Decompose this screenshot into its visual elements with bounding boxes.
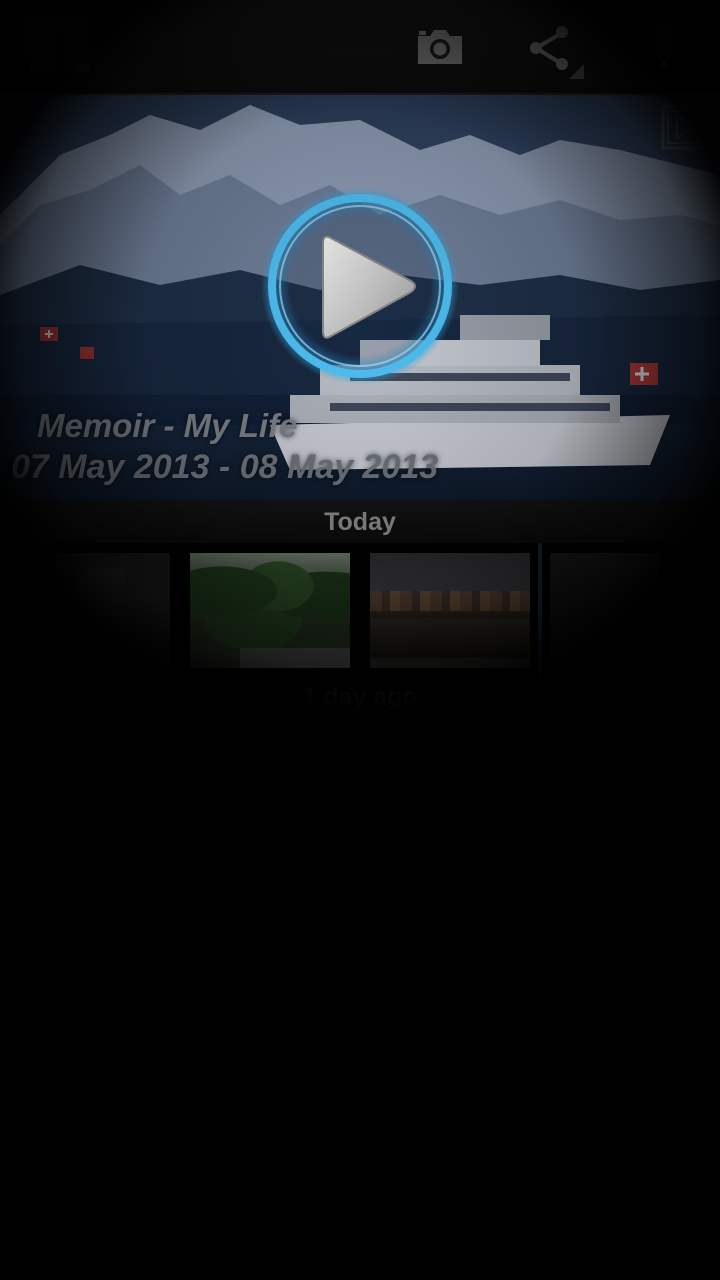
section-header-today: Today <box>0 500 720 543</box>
memoir-banner[interactable]: Memoir - My Life 07 May 2013 - 08 May 20… <box>0 95 720 500</box>
photo-thumbnail[interactable] <box>55 553 170 668</box>
action-bar <box>0 0 720 95</box>
flag-icon <box>40 327 94 359</box>
play-button[interactable] <box>259 185 461 387</box>
memoir-dates: 07 May 2013 - 08 May 2013 <box>11 448 439 486</box>
app-thumbnail-icon[interactable] <box>28 20 90 72</box>
slideshow-button[interactable] <box>661 104 707 150</box>
overflow-menu-icon <box>660 28 668 68</box>
thumbnail-strip <box>0 543 720 678</box>
photo-thumbnail[interactable] <box>370 553 530 668</box>
share-icon <box>530 26 584 79</box>
share-button[interactable] <box>518 18 584 79</box>
selection-divider <box>538 543 542 678</box>
camera-icon <box>418 30 462 64</box>
slideshow-icon <box>661 104 707 150</box>
overflow-menu-button[interactable] <box>634 18 694 78</box>
memoir-title: Memoir - My Life <box>37 407 298 444</box>
photo-thumbnail[interactable] <box>550 553 660 668</box>
play-icon <box>261 187 459 385</box>
section-header-yesterday: 1 day ago <box>302 683 418 711</box>
camera-button[interactable] <box>410 18 470 78</box>
section-header-label: Today <box>324 508 396 536</box>
photo-thumbnail[interactable] <box>190 553 350 668</box>
